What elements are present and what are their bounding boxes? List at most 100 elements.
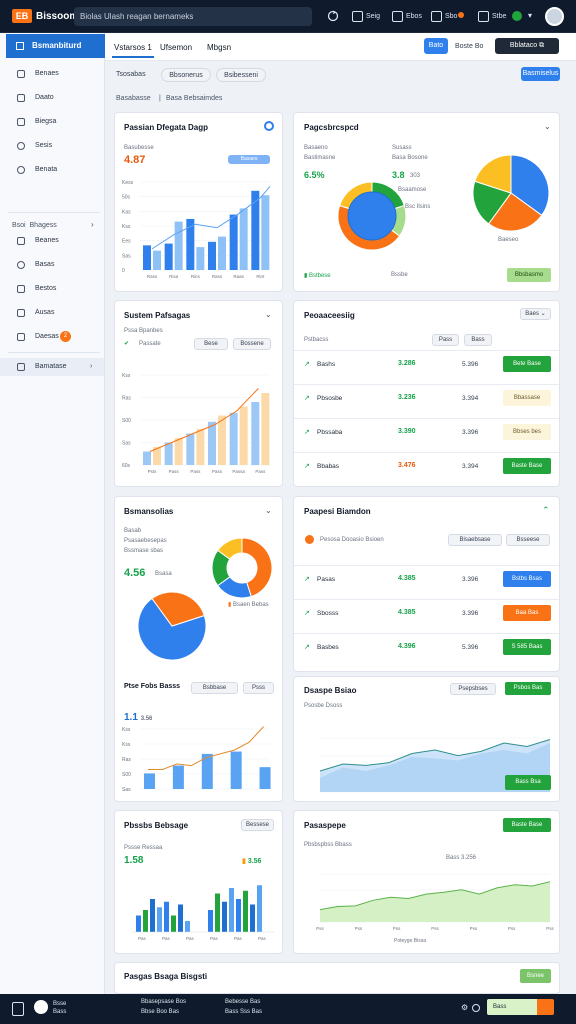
notification-icon[interactable] bbox=[458, 10, 464, 24]
chip[interactable]: Bessese bbox=[241, 819, 274, 831]
box-icon bbox=[17, 70, 25, 78]
footer-button[interactable]: Bass bbox=[487, 999, 554, 1015]
info-icon[interactable] bbox=[264, 121, 274, 131]
filter-chip-1[interactable]: Bbsonerus bbox=[161, 68, 211, 82]
row-action-button[interactable]: Bete Base bbox=[503, 356, 551, 372]
bar bbox=[259, 767, 271, 789]
x-tick-label: Pass bbox=[169, 469, 180, 474]
search-input[interactable]: Biolas Ulash reagan bernameks bbox=[74, 7, 312, 26]
header-dark-button[interactable]: Bblataco ⧉ bbox=[495, 38, 559, 54]
card-menu-chip[interactable]: Baes ⌄ bbox=[520, 308, 551, 320]
x-tick-label: Pss bbox=[546, 926, 554, 931]
chevron-up-icon[interactable]: ⌃ bbox=[542, 505, 550, 516]
sidebar-item-2[interactable]: Daato bbox=[0, 89, 104, 107]
sidebar-item-3[interactable]: Biegsa bbox=[0, 113, 104, 131]
breadcrumb-1[interactable]: Basabasse bbox=[116, 95, 151, 102]
card-title: Sustem Pafsagas bbox=[124, 311, 191, 320]
chip[interactable]: Psepsbses bbox=[450, 683, 496, 695]
pie-value-1: 6.5% bbox=[304, 170, 325, 180]
x-tick-label: Pas bbox=[210, 936, 219, 941]
chip-2[interactable]: Bossene bbox=[233, 338, 271, 350]
chevron-down-icon[interactable]: ⌄ bbox=[265, 310, 272, 319]
table-chip-1[interactable]: Bisaebsase bbox=[448, 534, 502, 546]
filter-apply-button[interactable]: Basmiselus bbox=[521, 67, 560, 81]
chip-1[interactable]: Bsbbase bbox=[191, 682, 238, 694]
sidebar-item-6[interactable]: Beanes bbox=[0, 232, 104, 250]
topbar-item-2[interactable]: Ebos bbox=[392, 10, 422, 24]
sidebar-item-1[interactable]: Benaes bbox=[0, 65, 104, 83]
small-action-button[interactable]: Bato bbox=[424, 38, 448, 54]
avatar[interactable] bbox=[545, 7, 564, 26]
x-tick-label: Pas bbox=[186, 936, 195, 941]
sidebar-item-5[interactable]: Benata bbox=[0, 161, 104, 179]
tab-2[interactable]: Ufsemon bbox=[160, 43, 192, 52]
sidebar-section-label: Bsoi Bhagess bbox=[12, 222, 57, 229]
row-value: 4.385 bbox=[398, 609, 416, 616]
bar bbox=[218, 236, 226, 270]
topbar-item-4[interactable]: Stbe bbox=[478, 10, 506, 24]
x-tick-label: Pass bbox=[190, 469, 201, 474]
sidebar-item-10[interactable]: Daesas 2 bbox=[0, 328, 104, 346]
sidebar-item-7[interactable]: Basas bbox=[0, 256, 104, 274]
chevron-right-icon[interactable]: › bbox=[91, 220, 94, 229]
row-action-button[interactable]: Bbassase bbox=[503, 390, 551, 406]
sidebar-item-4[interactable]: Sesis bbox=[0, 137, 104, 155]
pie-label-2: Bastimasne bbox=[304, 155, 336, 161]
row-action-button[interactable]: Baa Bas bbox=[503, 605, 551, 621]
x-tick-label: Passa bbox=[232, 469, 245, 474]
bar bbox=[196, 247, 205, 270]
trend-icon: ↗ bbox=[304, 576, 310, 583]
bar bbox=[143, 910, 148, 932]
chart-footer-label: Poteyge Bissa bbox=[394, 938, 426, 944]
breadcrumb-2[interactable]: Basa Bebsaimdes bbox=[166, 95, 222, 102]
card9-chart: Pas Pas Pas Pas Pas Pas bbox=[132, 885, 274, 941]
trend-icon: ↗ bbox=[304, 610, 310, 617]
row-action-button[interactable]: Bstbs Bsas bbox=[503, 571, 551, 587]
tab-3[interactable]: Mbgsn bbox=[207, 43, 231, 52]
row-action-button[interactable]: Baste Base bbox=[503, 458, 551, 474]
topbar-item-3[interactable]: Sbo bbox=[431, 10, 457, 24]
sidebar-item-8[interactable]: Bestos bbox=[0, 280, 104, 298]
row-action-button[interactable]: S 585 Baas bbox=[503, 639, 551, 655]
check-icon: ✔ bbox=[124, 341, 130, 347]
grid-icon bbox=[16, 42, 24, 50]
tab-1[interactable]: Vstarsos 1 bbox=[114, 43, 152, 52]
card-title: Bsmansolias bbox=[124, 507, 174, 516]
chip-2[interactable]: Psss bbox=[243, 682, 274, 694]
legend-text: Bssbe bbox=[391, 272, 408, 278]
sidebar-item-footer[interactable]: Bamatase › bbox=[0, 358, 104, 376]
pie-value-3: 303 bbox=[410, 173, 421, 179]
sidebar-header[interactable]: Bsmanbiturd bbox=[6, 34, 105, 58]
chevron-down-icon[interactable]: ▾ bbox=[528, 11, 532, 20]
card2-action-button[interactable]: Bbsbasmo bbox=[507, 268, 551, 282]
user-icon bbox=[305, 535, 314, 544]
sidebar-item-9[interactable]: Ausas bbox=[0, 304, 104, 322]
folder-icon bbox=[17, 94, 25, 102]
footer-line-1: Bbasepsase Bos bbox=[141, 999, 187, 1005]
footer-settings-icon[interactable]: ⚙ bbox=[461, 1003, 468, 1012]
bar bbox=[164, 442, 173, 465]
chevron-down-icon[interactable]: ⌄ bbox=[544, 122, 551, 131]
area-action-button-1[interactable]: Psbos Bas bbox=[505, 682, 551, 695]
table-chip-2[interactable]: Bass bbox=[464, 334, 492, 346]
footer-info-icon[interactable] bbox=[472, 1004, 480, 1012]
chip-1[interactable]: Bese bbox=[194, 338, 228, 350]
card-title: Pbssbs Bebsage bbox=[124, 821, 189, 830]
app-logo[interactable]: EB bbox=[12, 9, 32, 23]
footer-menu-icon[interactable] bbox=[12, 1002, 24, 1016]
row-sub-value: 3.396 bbox=[462, 576, 479, 583]
table-chip-2[interactable]: Bsseese bbox=[506, 534, 550, 546]
bar bbox=[171, 915, 176, 932]
card10-chart: Pss Pss Pss Pss Pss Pss Pss Poteyge Bissa bbox=[316, 873, 554, 944]
topbar-item-1[interactable]: Seig bbox=[352, 10, 380, 24]
row-action-button[interactable]: Bbses bes bbox=[503, 424, 551, 440]
table-chip-1[interactable]: Pass bbox=[432, 334, 459, 346]
area-action-button-2[interactable]: Bass Bsa bbox=[505, 775, 551, 790]
bar bbox=[239, 406, 248, 465]
refresh-icon[interactable] bbox=[327, 10, 339, 24]
filter-chip-2[interactable]: Bsibesseni bbox=[216, 68, 266, 82]
card10-button[interactable]: Baste Base bbox=[503, 818, 551, 832]
header-link[interactable]: Boste Bo bbox=[455, 43, 483, 50]
chevron-down-icon[interactable]: ⌄ bbox=[265, 506, 272, 515]
card11-button[interactable]: Bsnee bbox=[520, 969, 551, 983]
